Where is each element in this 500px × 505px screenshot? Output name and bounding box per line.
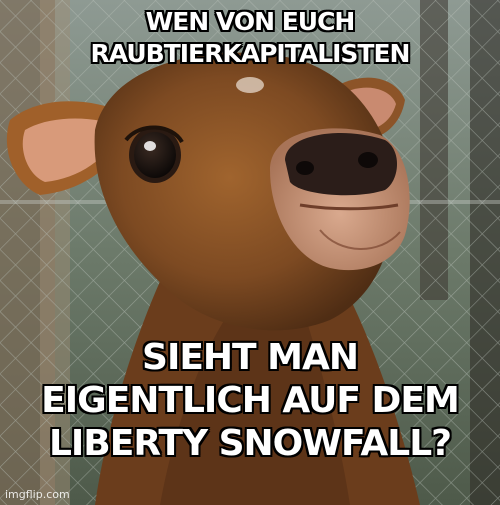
watermark: imgflip.com bbox=[5, 488, 70, 501]
bottom-caption-line-3: LIBERTY SNOWFALL? bbox=[48, 423, 452, 464]
top-caption-line-2: RAUBTIERKAPITALISTEN bbox=[90, 39, 411, 68]
top-caption: WEN VON EUCH RAUBTIERKAPITALISTEN bbox=[0, 6, 500, 70]
bottom-caption-line-2: EIGENTLICH AUF DEM bbox=[41, 380, 460, 421]
top-caption-line-1: WEN VON EUCH bbox=[145, 7, 356, 36]
meme-image: WEN VON EUCH RAUBTIERKAPITALISTEN SIEHT … bbox=[0, 0, 500, 505]
bottom-caption: SIEHT MAN EIGENTLICH AUF DEM LIBERTY SNO… bbox=[0, 336, 500, 465]
bottom-caption-line-1: SIEHT MAN bbox=[142, 337, 359, 378]
